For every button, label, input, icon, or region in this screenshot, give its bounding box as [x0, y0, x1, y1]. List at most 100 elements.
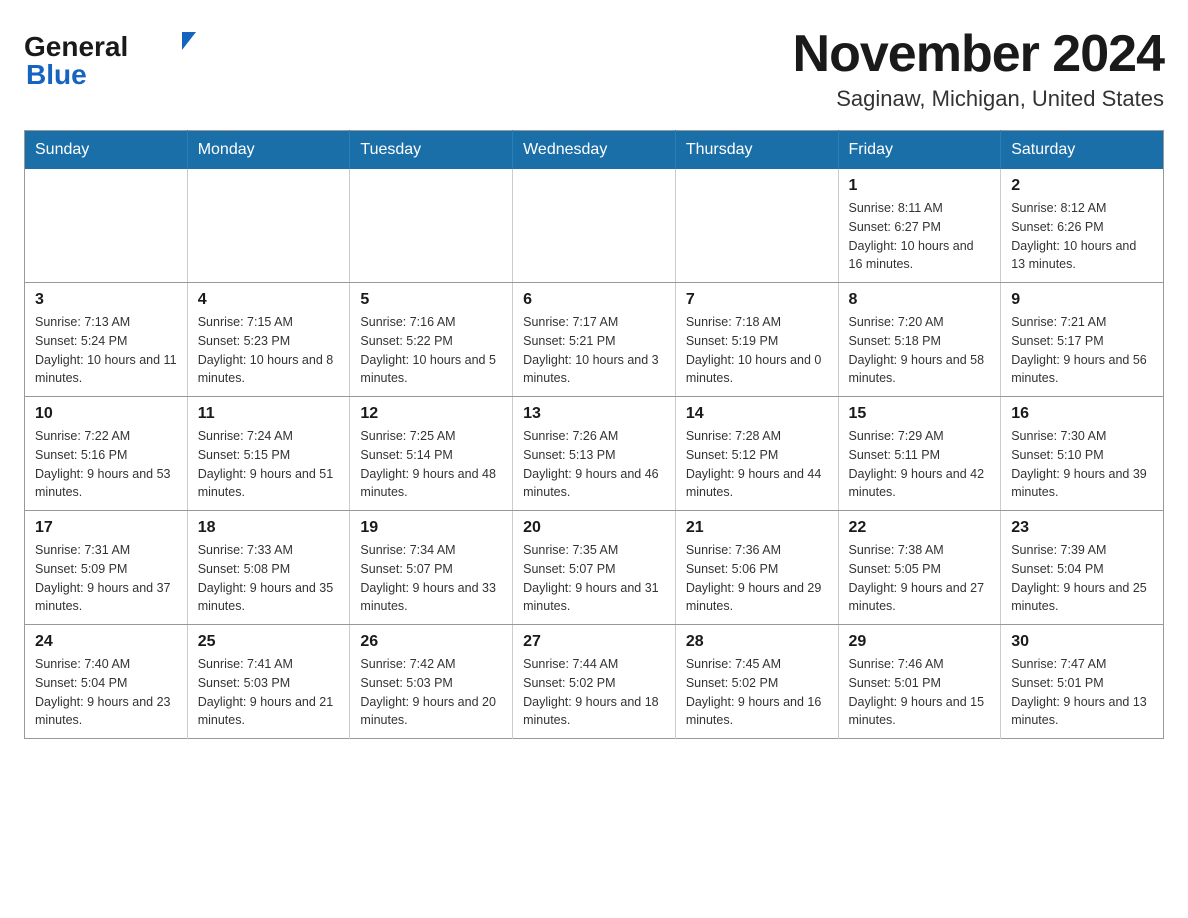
day-number: 21: [686, 519, 828, 537]
day-info: Sunrise: 7:28 AMSunset: 5:12 PMDaylight:…: [686, 427, 828, 502]
day-info: Sunrise: 7:18 AMSunset: 5:19 PMDaylight:…: [686, 313, 828, 388]
day-info: Sunrise: 7:46 AMSunset: 5:01 PMDaylight:…: [849, 655, 991, 730]
calendar-week-row: 1Sunrise: 8:11 AMSunset: 6:27 PMDaylight…: [25, 169, 1164, 283]
day-info: Sunrise: 7:17 AMSunset: 5:21 PMDaylight:…: [523, 313, 665, 388]
weekday-header-friday: Friday: [838, 131, 1001, 170]
day-number: 4: [198, 291, 340, 309]
day-number: 23: [1011, 519, 1153, 537]
title-section: November 2024 Saginaw, Michigan, United …: [793, 24, 1164, 112]
day-info: Sunrise: 7:39 AMSunset: 5:04 PMDaylight:…: [1011, 541, 1153, 616]
weekday-header-thursday: Thursday: [675, 131, 838, 170]
calendar-week-row: 24 Sunrise: 7:40 AMSunset: 5:04 PMDayligh…: [25, 625, 1164, 739]
calendar-week-row: 10 Sunrise: 7:22 AMSunset: 5:16 PMDayligh…: [25, 397, 1164, 511]
day-number: 25: [198, 633, 340, 651]
day-number: 26: [360, 633, 502, 651]
calendar-cell: 6 Sunrise: 7:17 AMSunset: 5:21 PMDaylight…: [513, 283, 676, 397]
day-info: Sunrise: 7:31 AMSunset: 5:09 PMDaylight:…: [35, 541, 177, 616]
calendar-week-row: 17 Sunrise: 7:31 AMSunset: 5:09 PMDayligh…: [25, 511, 1164, 625]
weekday-header-tuesday: Tuesday: [350, 131, 513, 170]
day-number: 22: [849, 519, 991, 537]
logo-svg: General Blue: [24, 24, 209, 89]
calendar-cell: 28 Sunrise: 7:45 AMSunset: 5:02 PMDayligh…: [675, 625, 838, 739]
day-info: Sunrise: 7:25 AMSunset: 5:14 PMDaylight:…: [360, 427, 502, 502]
calendar-cell: [25, 169, 188, 283]
day-number: 19: [360, 519, 502, 537]
day-info: Sunrise: 7:29 AMSunset: 5:11 PMDaylight:…: [849, 427, 991, 502]
day-number: 24: [35, 633, 177, 651]
calendar-cell: 15 Sunrise: 7:29 AMSunset: 5:11 PMDayligh…: [838, 397, 1001, 511]
calendar-cell: 11 Sunrise: 7:24 AMSunset: 5:15 PMDayligh…: [187, 397, 350, 511]
calendar-cell: 7 Sunrise: 7:18 AMSunset: 5:19 PMDaylight…: [675, 283, 838, 397]
day-number: 12: [360, 405, 502, 423]
calendar-cell: 30 Sunrise: 7:47 AMSunset: 5:01 PMDayligh…: [1001, 625, 1164, 739]
day-number: 20: [523, 519, 665, 537]
calendar-cell: 17 Sunrise: 7:31 AMSunset: 5:09 PMDayligh…: [25, 511, 188, 625]
day-info: Sunrise: 7:41 AMSunset: 5:03 PMDaylight:…: [198, 655, 340, 730]
day-info: Sunrise: 7:15 AMSunset: 5:23 PMDaylight:…: [198, 313, 340, 388]
page-header: General Blue November 2024 Saginaw, Mich…: [24, 24, 1164, 112]
weekday-header-monday: Monday: [187, 131, 350, 170]
day-number: 17: [35, 519, 177, 537]
day-info: Sunrise: 7:26 AMSunset: 5:13 PMDaylight:…: [523, 427, 665, 502]
calendar-cell: [513, 169, 676, 283]
location-title: Saginaw, Michigan, United States: [793, 86, 1164, 112]
day-number: 27: [523, 633, 665, 651]
day-info: Sunrise: 7:24 AMSunset: 5:15 PMDaylight:…: [198, 427, 340, 502]
calendar-cell: 13 Sunrise: 7:26 AMSunset: 5:13 PMDayligh…: [513, 397, 676, 511]
day-number: 13: [523, 405, 665, 423]
day-info: Sunrise: 7:16 AMSunset: 5:22 PMDaylight:…: [360, 313, 502, 388]
day-number: 30: [1011, 633, 1153, 651]
day-info: Sunrise: 7:30 AMSunset: 5:10 PMDaylight:…: [1011, 427, 1153, 502]
day-info: Sunrise: 7:20 AMSunset: 5:18 PMDaylight:…: [849, 313, 991, 388]
day-number: 7: [686, 291, 828, 309]
day-info: Sunrise: 8:12 AMSunset: 6:26 PMDaylight:…: [1011, 199, 1153, 274]
svg-text:General: General: [24, 31, 128, 62]
calendar-cell: 10 Sunrise: 7:22 AMSunset: 5:16 PMDayligh…: [25, 397, 188, 511]
day-info: Sunrise: 7:42 AMSunset: 5:03 PMDaylight:…: [360, 655, 502, 730]
calendar-cell: 26 Sunrise: 7:42 AMSunset: 5:03 PMDayligh…: [350, 625, 513, 739]
calendar-cell: 4 Sunrise: 7:15 AMSunset: 5:23 PMDaylight…: [187, 283, 350, 397]
calendar-cell: 16 Sunrise: 7:30 AMSunset: 5:10 PMDayligh…: [1001, 397, 1164, 511]
calendar-cell: 22 Sunrise: 7:38 AMSunset: 5:05 PMDayligh…: [838, 511, 1001, 625]
month-title: November 2024: [793, 24, 1164, 84]
day-number: 11: [198, 405, 340, 423]
calendar-cell: [675, 169, 838, 283]
calendar-cell: 29 Sunrise: 7:46 AMSunset: 5:01 PMDayligh…: [838, 625, 1001, 739]
calendar-cell: 25 Sunrise: 7:41 AMSunset: 5:03 PMDayligh…: [187, 625, 350, 739]
day-info: Sunrise: 7:44 AMSunset: 5:02 PMDaylight:…: [523, 655, 665, 730]
day-number: 28: [686, 633, 828, 651]
calendar-cell: 23 Sunrise: 7:39 AMSunset: 5:04 PMDayligh…: [1001, 511, 1164, 625]
day-info: Sunrise: 7:22 AMSunset: 5:16 PMDaylight:…: [35, 427, 177, 502]
calendar-table: SundayMondayTuesdayWednesdayThursdayFrid…: [24, 130, 1164, 739]
day-info: Sunrise: 7:13 AMSunset: 5:24 PMDaylight:…: [35, 313, 177, 388]
calendar-cell: 27 Sunrise: 7:44 AMSunset: 5:02 PMDayligh…: [513, 625, 676, 739]
calendar-cell: 21 Sunrise: 7:36 AMSunset: 5:06 PMDayligh…: [675, 511, 838, 625]
day-info: Sunrise: 7:40 AMSunset: 5:04 PMDaylight:…: [35, 655, 177, 730]
day-number: 8: [849, 291, 991, 309]
day-number: 1: [849, 177, 991, 195]
calendar-cell: 14 Sunrise: 7:28 AMSunset: 5:12 PMDayligh…: [675, 397, 838, 511]
day-info: Sunrise: 7:47 AMSunset: 5:01 PMDaylight:…: [1011, 655, 1153, 730]
calendar-cell: 20Sunrise: 7:35 AMSunset: 5:07 PMDayligh…: [513, 511, 676, 625]
day-number: 15: [849, 405, 991, 423]
day-info: Sunrise: 7:38 AMSunset: 5:05 PMDaylight:…: [849, 541, 991, 616]
calendar-cell: 12 Sunrise: 7:25 AMSunset: 5:14 PMDayligh…: [350, 397, 513, 511]
day-info: Sunrise: 7:45 AMSunset: 5:02 PMDaylight:…: [686, 655, 828, 730]
weekday-header-saturday: Saturday: [1001, 131, 1164, 170]
day-number: 9: [1011, 291, 1153, 309]
day-number: 10: [35, 405, 177, 423]
calendar-week-row: 3Sunrise: 7:13 AMSunset: 5:24 PMDaylight…: [25, 283, 1164, 397]
calendar-cell: 24 Sunrise: 7:40 AMSunset: 5:04 PMDayligh…: [25, 625, 188, 739]
day-info: Sunrise: 7:33 AMSunset: 5:08 PMDaylight:…: [198, 541, 340, 616]
calendar-cell: 19Sunrise: 7:34 AMSunset: 5:07 PMDayligh…: [350, 511, 513, 625]
calendar-cell: 18Sunrise: 7:33 AMSunset: 5:08 PMDayligh…: [187, 511, 350, 625]
day-number: 16: [1011, 405, 1153, 423]
calendar-cell: 9Sunrise: 7:21 AMSunset: 5:17 PMDaylight…: [1001, 283, 1164, 397]
calendar-cell: 5Sunrise: 7:16 AMSunset: 5:22 PMDaylight…: [350, 283, 513, 397]
day-number: 29: [849, 633, 991, 651]
day-number: 14: [686, 405, 828, 423]
day-info: Sunrise: 7:36 AMSunset: 5:06 PMDaylight:…: [686, 541, 828, 616]
day-number: 6: [523, 291, 665, 309]
logo: General Blue: [24, 24, 209, 89]
calendar-cell: [350, 169, 513, 283]
